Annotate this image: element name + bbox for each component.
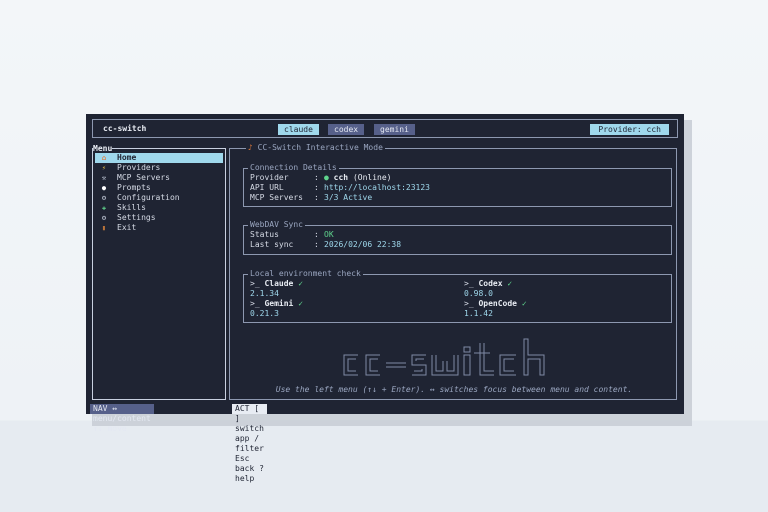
tool-claude: >_ Claude ✓: [250, 279, 304, 288]
guitar-icon: ♪: [248, 143, 253, 152]
tool-gemini: >_ Gemini ✓: [250, 299, 304, 308]
terminal-prompt-icon: >_: [464, 299, 474, 308]
menu-item-label: Settings: [117, 213, 156, 222]
tool-codex: >_ Codex ✓: [464, 279, 513, 288]
menu-panel: Menu ⌂ Home ⚡ Providers ⚒ MCP Servers ● …: [92, 144, 226, 400]
webdav-sync-box: WebDAV Sync Status : OK Last sync : 2026…: [243, 220, 672, 255]
speech-bubble-icon: ●: [101, 184, 107, 192]
door-icon: ▮: [101, 224, 107, 232]
webdav-sync-title: WebDAV Sync: [248, 220, 305, 230]
action-hint: ACT [ ] switch app / filter Esc back ? h…: [232, 404, 267, 483]
connection-details-box: Connection Details Provider : ● cch (Onl…: [243, 163, 672, 207]
home-icon: ⌂: [101, 154, 107, 162]
tool-opencode-version: 1.1.42: [464, 309, 493, 318]
tool-codex-version: 0.98.0: [464, 289, 493, 298]
tool-opencode: >_ OpenCode ✓: [464, 299, 527, 308]
menu-item-label: Providers: [117, 163, 161, 172]
top-bar: cc-switch claude codex gemini Provider: …: [92, 119, 678, 138]
menu-item-label: Configuration: [117, 193, 180, 202]
menu-item-prompts[interactable]: ● Prompts: [95, 183, 223, 193]
menu-item-skills[interactable]: ✚ Skills: [95, 203, 223, 213]
check-icon: ✓: [521, 299, 527, 308]
gear-icon: ⚙: [101, 194, 107, 202]
terminal-prompt-icon: >_: [464, 279, 474, 288]
plug-icon: ⚡: [101, 164, 107, 172]
usage-hint: Use the left menu (↑↓ + Enter). ↔ switch…: [275, 385, 633, 394]
app-name: cc-switch: [103, 124, 147, 133]
menu-item-label: MCP Servers: [117, 173, 170, 182]
terminal-prompt-icon: >_: [250, 279, 260, 288]
content-title: ♪ CC-Switch Interactive Mode: [246, 143, 385, 153]
online-status-dot: ●: [324, 173, 329, 182]
connection-details-title: Connection Details: [248, 163, 339, 173]
tool-gemini-version: 0.21.3: [250, 309, 279, 318]
environment-check-box: Local environment check >_ Claude ✓ 2.1.…: [243, 269, 672, 323]
puzzle-icon: ✚: [101, 204, 107, 212]
menu-item-label: Skills: [117, 203, 146, 212]
tab-codex[interactable]: codex: [328, 124, 365, 135]
menu-item-configuration[interactable]: ⚙ Configuration: [95, 193, 223, 203]
menu-item-mcp-servers[interactable]: ⚒ MCP Servers: [95, 173, 223, 183]
menu-item-providers[interactable]: ⚡ Providers: [95, 163, 223, 173]
tab-claude[interactable]: claude: [278, 124, 319, 135]
menu-item-settings[interactable]: ⚙ Settings: [95, 213, 223, 223]
tool-claude-version: 2.1.34: [250, 289, 279, 298]
cc-switch-ascii-logo: [343, 338, 545, 376]
check-icon: ✓: [298, 299, 304, 308]
check-icon: ✓: [298, 279, 304, 288]
hammer-icon: ⚒: [101, 174, 107, 182]
terminal-window: cc-switch claude codex gemini Provider: …: [86, 114, 684, 483]
content-panel: ♪ CC-Switch Interactive Mode Connection …: [229, 143, 677, 400]
environment-check-title: Local environment check: [248, 269, 363, 279]
menu-item-label: Home: [117, 153, 137, 162]
menu-item-exit[interactable]: ▮ Exit: [95, 223, 223, 233]
tab-gemini[interactable]: gemini: [374, 124, 415, 135]
menu-item-label: Exit: [117, 223, 137, 232]
nav-hint: NAV ↔ menu/content ↑↓ move: [90, 404, 154, 433]
check-icon: ✓: [507, 279, 513, 288]
menu-item-label: Prompts: [117, 183, 151, 192]
menu-item-home[interactable]: ⌂ Home: [95, 153, 223, 163]
settings-icon: ⚙: [101, 214, 107, 222]
terminal-prompt-icon: >_: [250, 299, 260, 308]
webdav-status-value: OK: [324, 230, 334, 239]
provider-badge: Provider: cch: [590, 124, 669, 135]
